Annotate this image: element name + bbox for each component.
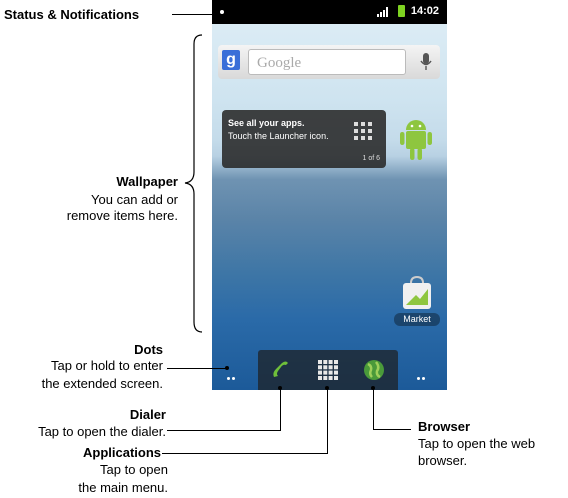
status-leader-line xyxy=(172,14,220,15)
tip-title: See all your apps. xyxy=(228,118,305,128)
apps-callout-line2: the main menu. xyxy=(78,480,168,495)
browser-leader-vertical xyxy=(373,388,374,430)
screen-indicator-left[interactable] xyxy=(227,367,237,385)
battery-icon xyxy=(398,5,405,17)
wallpaper-brace xyxy=(184,34,203,333)
dots-callout-title: Dots xyxy=(134,342,163,357)
browser-globe-icon[interactable] xyxy=(362,358,386,382)
notification-icon xyxy=(220,10,224,14)
applications-grid-icon[interactable] xyxy=(318,360,338,380)
browser-leader-line xyxy=(373,429,411,430)
microphone-icon[interactable] xyxy=(420,53,432,71)
phone-home-screen: 14:02 g Google See all your apps. Touch … xyxy=(212,0,447,390)
market-label: Market xyxy=(394,313,440,326)
tip-counter: 1 of 6 xyxy=(362,155,380,162)
launcher-tip-popup[interactable]: See all your apps. Touch the Launcher ic… xyxy=(222,110,386,168)
signal-icon xyxy=(377,7,388,17)
wallpaper-callout-line2: remove items here. xyxy=(66,208,178,223)
dialer-leader-vertical xyxy=(280,388,281,431)
apps-callout-title: Applications xyxy=(82,445,161,460)
dialer-leader-end xyxy=(278,386,282,390)
dots-callout-line1: Tap or hold to enter xyxy=(50,358,163,373)
wallpaper-callout-title: Wallpaper xyxy=(116,174,178,189)
screen-indicator-right[interactable] xyxy=(417,367,427,385)
wallpaper-callout-line1: You can add or xyxy=(91,192,178,207)
phone-dialer-icon[interactable] xyxy=(270,359,292,381)
status-bar[interactable]: 14:02 xyxy=(212,0,447,24)
search-input[interactable]: Google xyxy=(248,49,406,75)
dots-callout-line2: the extended screen. xyxy=(41,376,163,391)
tip-text: Touch the Launcher icon. xyxy=(228,131,329,141)
market-bag-icon xyxy=(403,275,431,309)
status-callout-label: Status & Notifications xyxy=(4,7,140,22)
dots-leader-end xyxy=(225,366,229,370)
market-app-shortcut[interactable]: Market xyxy=(394,275,440,326)
android-mascot-icon xyxy=(400,120,432,160)
dialer-callout-line1: Tap to open the dialer. xyxy=(38,424,166,439)
browser-callout-line1: Tap to open the web xyxy=(418,436,536,451)
apps-leader-line xyxy=(162,453,328,454)
browser-callout-line2: browser. xyxy=(418,453,468,468)
apps-leader-end xyxy=(325,386,329,390)
apps-callout-line1: Tap to open xyxy=(100,462,168,477)
google-logo-icon[interactable]: g xyxy=(222,50,240,70)
google-search-widget[interactable]: g Google xyxy=(218,45,440,79)
browser-leader-end xyxy=(371,386,375,390)
dock-bar xyxy=(258,350,398,390)
dots-leader-line xyxy=(167,368,227,369)
dialer-callout-title: Dialer xyxy=(129,407,166,422)
browser-callout-title: Browser xyxy=(418,419,471,434)
dialer-leader-line xyxy=(167,430,281,431)
apps-leader-vertical xyxy=(327,388,328,454)
launcher-grid-icon xyxy=(354,122,372,140)
status-time: 14:02 xyxy=(410,5,439,17)
